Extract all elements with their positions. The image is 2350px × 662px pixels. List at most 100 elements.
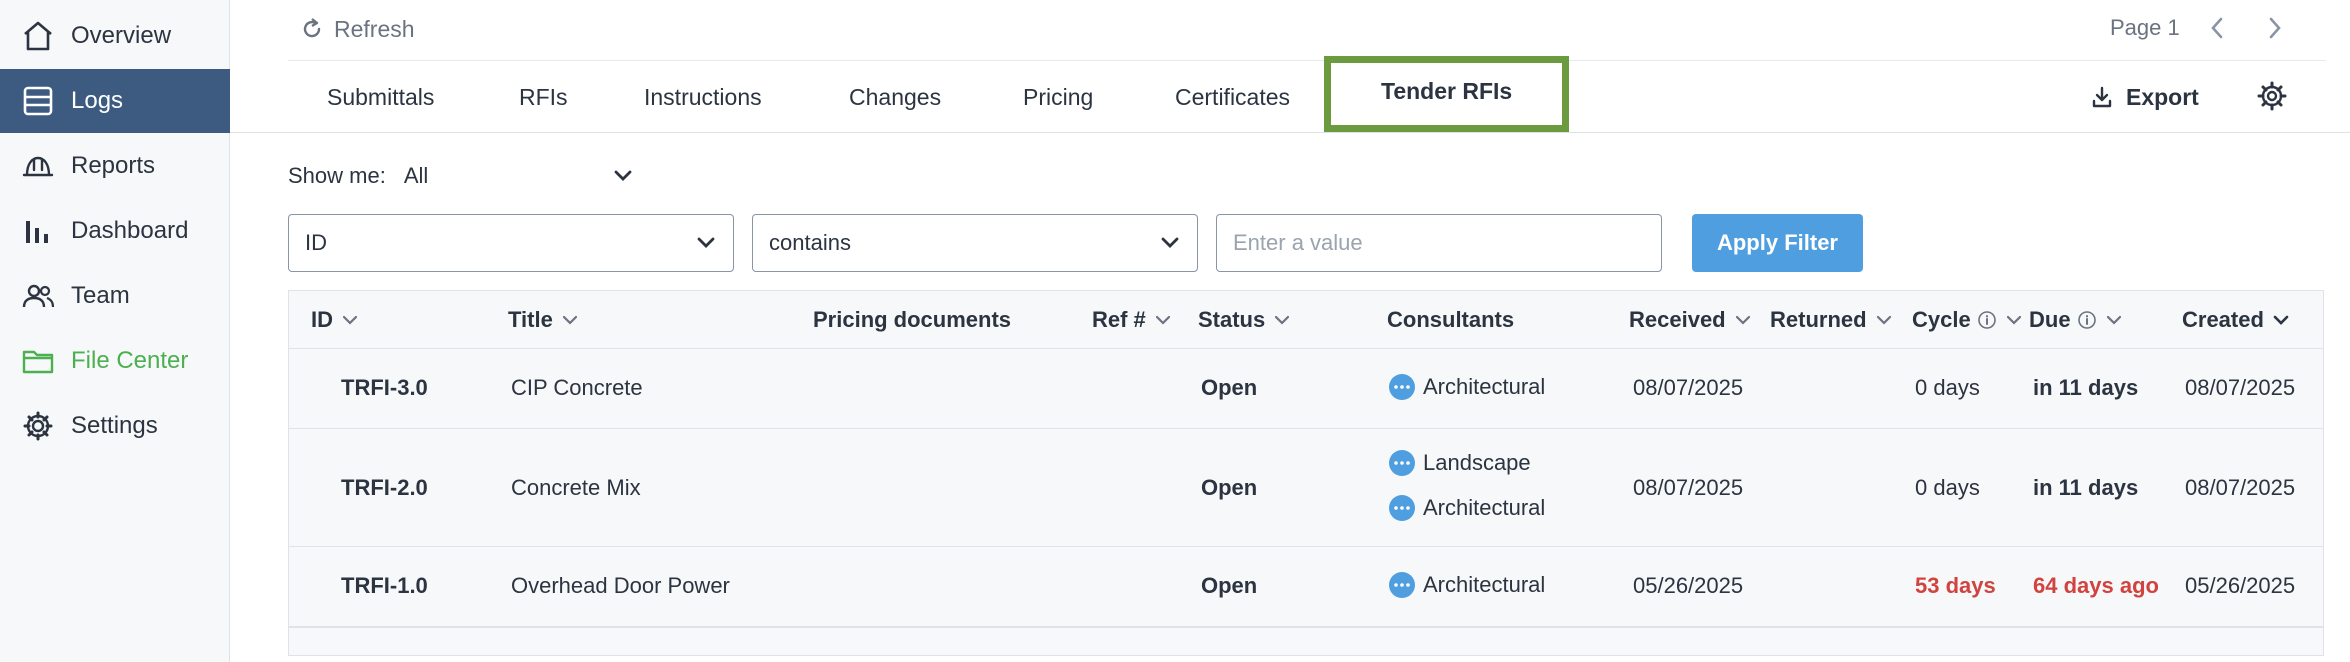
row-created: 08/07/2025 (2185, 375, 2296, 400)
row-title: Concrete Mix (511, 475, 641, 500)
more-icon[interactable] (1389, 572, 1415, 598)
consultant-name: Landscape (1423, 450, 1531, 475)
consultant-name: Architectural (1423, 374, 1546, 399)
row-received: 08/07/2025 (1633, 375, 1744, 400)
column-label: Returned (1770, 307, 1867, 332)
filter-value-placeholder: Enter a value (1233, 230, 1363, 255)
filter-operator-value: contains (769, 230, 851, 255)
consultant-chip: Architectural (1389, 371, 1545, 403)
consultant-chip: Architectural (1389, 492, 1545, 524)
sidebar-item-dashboard[interactable]: Dashboard (0, 199, 230, 263)
sidebar-item-label: Overview (71, 22, 172, 49)
apply-filter-button[interactable]: Apply Filter (1692, 214, 1863, 272)
consultant-chip: Landscape (1389, 447, 1531, 479)
column-label: Consultants (1387, 307, 1515, 332)
filter-value-input[interactable]: Enter a value (1216, 214, 1662, 272)
tab-certificates[interactable]: Certificates (1175, 62, 1290, 132)
info-icon[interactable] (2077, 310, 2097, 330)
tender-rfis-table: ID Title Pricing documents Ref # Status … (288, 290, 2324, 656)
column-label: Cycle (1912, 307, 1971, 332)
row-id[interactable]: TRFI-3.0 (341, 375, 428, 401)
column-header-returned[interactable]: Returned (1770, 291, 1893, 349)
row-id[interactable]: TRFI-2.0 (341, 475, 428, 501)
tab-instructions[interactable]: Instructions (644, 62, 762, 132)
chevron-left-icon[interactable] (2204, 14, 2232, 42)
pagination: Page 1 (2110, 10, 2350, 46)
folder-icon (22, 350, 54, 374)
divider (230, 132, 2350, 133)
row-due: 64 days ago (2033, 573, 2159, 598)
more-icon[interactable] (1389, 495, 1415, 521)
tab-tender-rfis[interactable]: Tender RFIs (1324, 56, 1570, 132)
row-status: Open (1201, 475, 1258, 500)
chevron-down-icon (1275, 315, 1290, 325)
row-cycle: 0 days (1915, 475, 1980, 500)
column-header-due[interactable]: Due (2029, 291, 2123, 349)
tab-changes[interactable]: Changes (849, 62, 941, 132)
refresh-icon (303, 18, 321, 38)
home-icon (24, 21, 52, 51)
column-label: Title (508, 307, 553, 332)
sidebar-item-file-center[interactable]: File Center (0, 329, 230, 393)
column-header-title[interactable]: Title (508, 291, 579, 349)
show-me-filter: Show me: All (288, 160, 634, 192)
hard-hat-icon (22, 156, 54, 177)
filter-operator-select[interactable]: contains (752, 214, 1198, 272)
table-footer (289, 627, 2323, 655)
filter-field-value: ID (305, 230, 327, 255)
show-me-select[interactable]: All (404, 160, 634, 192)
refresh-label: Refresh (334, 15, 415, 42)
row-created: 05/26/2025 (2185, 573, 2296, 598)
tab-pricing[interactable]: Pricing (1023, 62, 1093, 132)
chevron-down-icon (1155, 315, 1170, 325)
row-created: 08/07/2025 (2185, 475, 2296, 500)
sidebar-item-settings[interactable]: Settings (0, 394, 230, 458)
column-header-ref[interactable]: Ref # (1092, 291, 1172, 349)
sidebar-item-overview[interactable]: Overview (0, 4, 230, 68)
chevron-right-icon[interactable] (2260, 14, 2288, 42)
column-header-id[interactable]: ID (311, 291, 359, 349)
more-icon[interactable] (1389, 374, 1415, 400)
chevron-down-icon (562, 315, 577, 325)
sidebar-item-label: Logs (71, 87, 124, 114)
row-received: 05/26/2025 (1633, 573, 1744, 598)
show-me-value: All (403, 163, 429, 188)
column-header-received[interactable]: Received (1629, 291, 1752, 349)
info-icon[interactable] (1977, 310, 1997, 330)
export-button[interactable]: Export (2090, 80, 2199, 114)
tab-rfis[interactable]: RFIs (519, 62, 568, 132)
sidebar-item-reports[interactable]: Reports (0, 134, 230, 198)
sidebar-item-label: Settings (71, 412, 158, 439)
chevron-down-icon (2006, 315, 2021, 325)
column-header-status[interactable]: Status (1198, 291, 1291, 349)
chevron-down-icon (614, 170, 632, 181)
sidebar-item-label: Team (71, 282, 130, 309)
sidebar: Overview Logs Reports Dashboard Team Fil… (0, 0, 230, 662)
chevron-down-icon (1735, 315, 1750, 325)
gear-icon (23, 411, 53, 441)
column-label: Status (1198, 307, 1266, 332)
sidebar-item-label: Reports (71, 152, 156, 179)
row-cycle: 53 days (1915, 573, 1996, 598)
consultant-name: Architectural (1423, 572, 1546, 597)
column-header-created[interactable]: Created (2182, 291, 2290, 349)
refresh-button[interactable]: Refresh (300, 12, 415, 46)
gear-icon[interactable] (2256, 80, 2288, 112)
column-label: Created (2182, 307, 2264, 332)
chevron-down-icon (1161, 237, 1179, 248)
table-row[interactable]: TRFI-1.0 Overhead Door Power Open Archit… (289, 547, 2323, 627)
sidebar-item-team[interactable]: Team (0, 264, 230, 328)
table-row[interactable]: TRFI-3.0 CIP Concrete Open Architectural… (289, 349, 2323, 429)
column-label: Due (2029, 307, 2071, 332)
column-header-cycle[interactable]: Cycle (1912, 291, 2023, 349)
column-label: Received (1629, 307, 1726, 332)
table-row[interactable]: TRFI-2.0 Concrete Mix Open Landscape Arc… (289, 429, 2323, 547)
row-id[interactable]: TRFI-1.0 (341, 573, 428, 599)
filter-field-select[interactable]: ID (288, 214, 734, 272)
tab-submittals[interactable]: Submittals (327, 62, 434, 132)
row-title: CIP Concrete (511, 375, 643, 400)
more-icon[interactable] (1389, 450, 1415, 476)
divider (288, 60, 2326, 61)
sidebar-item-logs[interactable]: Logs (0, 69, 230, 133)
chevron-down-icon (2106, 315, 2121, 325)
